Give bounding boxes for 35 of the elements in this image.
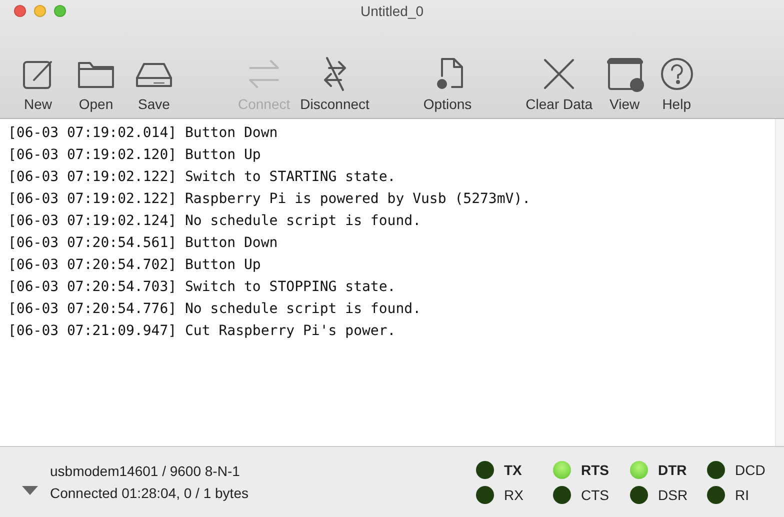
signal-label: TX [504, 462, 522, 478]
close-button[interactable] [14, 5, 26, 17]
zoom-button[interactable] [54, 5, 66, 17]
log-line: [06-03 07:20:54.702] Button Up [8, 256, 262, 275]
toolbar-button[interactable]: Clear Data [524, 56, 595, 112]
toolbar-button[interactable]: Options [421, 56, 474, 112]
port-settings: usbmodem14601 / 9600 8-N-1 [50, 463, 241, 479]
toolbar-button[interactable]: View [602, 56, 647, 112]
log-line: [06-03 07:21:09.947] Cut Raspberry Pi's power. [8, 322, 397, 341]
toolbar-button[interactable]: Open [74, 56, 118, 112]
connection-status: Connected 01:28:04, 0 / 1 bytes [50, 485, 250, 501]
disclosure-triangle-icon[interactable] [22, 486, 38, 494]
signal-label: RX [504, 486, 524, 502]
toolbar-button[interactable]: New [16, 56, 60, 112]
signal-label: RI [735, 486, 749, 502]
log-line: [06-03 07:20:54.703] Switch to STOPPING state. [8, 278, 397, 297]
log-line: [06-03 07:19:02.124] No schedule script is found. [8, 212, 422, 231]
toolbar-button[interactable]: Save [132, 56, 176, 112]
log-line: [06-03 07:19:02.122] Switch to STARTING state. [8, 168, 397, 187]
log-line: [06-03 07:19:02.120] Button Up [8, 146, 262, 165]
log-line: [06-03 07:20:54.561] Button Down [8, 234, 279, 253]
signal-label: RTS [581, 462, 609, 478]
toolbar-button[interactable]: Help [654, 56, 699, 112]
scrollbar[interactable] [775, 119, 784, 446]
minimize-button[interactable] [34, 5, 46, 17]
signal-label: DTR [658, 462, 687, 478]
log-line: [06-03 07:20:54.776] No schedule script is found. [8, 300, 422, 319]
toolbar-button[interactable]: Disconnect [298, 56, 372, 112]
signal-label: CTS [581, 486, 609, 502]
window-icon [604, 56, 645, 92]
signal-label: DCD [735, 462, 766, 478]
log-line: [06-03 07:19:02.122] Raspberry Pi is powered by Vusb (5273mV). [8, 190, 532, 209]
log-line: [06-03 07:19:02.014] Button Down [8, 124, 279, 143]
signal-label: DSR [658, 486, 688, 502]
window-title: Untitled_0 [360, 3, 424, 19]
